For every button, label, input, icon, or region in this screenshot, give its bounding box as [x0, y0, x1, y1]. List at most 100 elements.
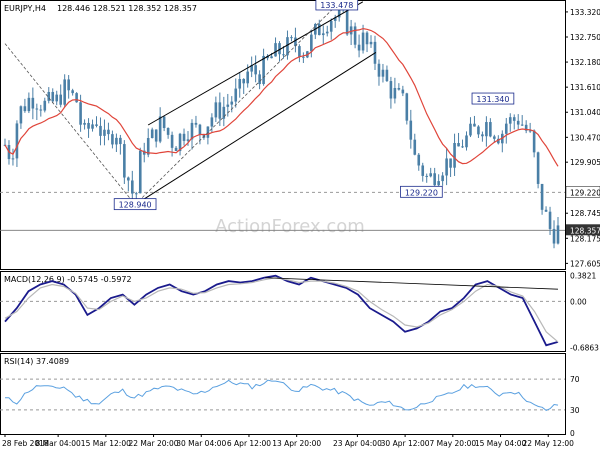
x-tick-label: 23 Apr 04:00: [333, 439, 382, 448]
x-tick-label: 15 May 04:00: [475, 439, 527, 448]
candle-body: [493, 136, 496, 139]
ref-level-tag-text: 129.220: [570, 188, 600, 197]
candle-body: [115, 137, 118, 145]
candle-body: [123, 144, 126, 178]
candle-body: [397, 87, 401, 90]
rsi-panel-frame: [0, 353, 566, 435]
candle-body: [39, 109, 43, 111]
price-y-tick-label: 132.750: [570, 33, 600, 42]
candle-body: [262, 55, 265, 85]
candle-body: [310, 34, 313, 52]
candle-body: [508, 117, 512, 124]
candle-body: [35, 108, 39, 110]
candle-body: [544, 209, 548, 212]
candle-body: [433, 173, 436, 186]
price-y-tick-label: 131.610: [570, 83, 600, 92]
candle-body: [504, 123, 508, 134]
candle-body: [393, 87, 397, 99]
rsi-y-tick-label: 0: [570, 429, 575, 438]
candle-body: [449, 158, 452, 168]
price-y-tick-label: 128.745: [570, 209, 600, 218]
candle-body: [361, 32, 365, 51]
candle-body: [325, 31, 329, 34]
candle-body: [377, 63, 381, 77]
candle-body: [401, 89, 405, 94]
candle-body: [274, 43, 277, 57]
candle-body: [75, 93, 78, 103]
candle-body: [302, 56, 305, 58]
candle-body: [353, 26, 357, 45]
candle-body: [485, 122, 488, 137]
x-tick-label: 22 May 12:00: [523, 439, 575, 448]
callout-text: 131.340: [476, 95, 509, 104]
candle-body: [162, 116, 166, 129]
candle-body: [238, 78, 242, 89]
x-tick-label: 13 Apr 20:00: [272, 439, 321, 448]
candle-body: [552, 228, 556, 244]
candle-body: [385, 69, 389, 82]
candle-body: [154, 129, 158, 142]
candle-body: [516, 120, 520, 125]
candle-body: [290, 37, 293, 39]
price-y-tick-label: 129.905: [570, 158, 600, 167]
candle-body: [59, 94, 62, 105]
candle-body: [329, 20, 333, 32]
candle-body: [83, 122, 86, 125]
macd-y-tick-label: 0.00: [570, 297, 587, 306]
candle-body: [127, 177, 130, 181]
watermark: ActionForex.com: [215, 216, 365, 237]
candle-body: [222, 106, 226, 119]
candle-body: [71, 90, 74, 94]
candle-body: [441, 175, 444, 182]
candle-body: [63, 79, 66, 105]
candle-body: [11, 158, 15, 160]
candle-body: [107, 129, 110, 135]
candle-body: [31, 97, 35, 109]
candle-body: [158, 116, 162, 142]
candle-body: [111, 134, 114, 145]
candle-body: [413, 139, 417, 155]
candle-body: [548, 211, 552, 229]
candle-body: [357, 44, 361, 51]
rsi-y-tick-label: 30: [570, 406, 580, 415]
callout-text: 128.940: [119, 201, 152, 210]
candle-body: [369, 41, 373, 45]
x-tick-label: 30 Apr 12:00: [381, 439, 430, 448]
macd-y-tick-label: 0.3821: [570, 272, 596, 281]
chart-svg: ActionForex.com EURJPY,H4 128.446 128.52…: [0, 0, 600, 448]
candle-body: [254, 65, 257, 75]
candle-body: [166, 128, 170, 135]
candle-body: [95, 124, 98, 126]
x-tick-label: 8 Mar 04:00: [35, 439, 81, 448]
candle-body: [421, 165, 425, 176]
candle-body: [194, 122, 198, 125]
candle-body: [556, 225, 560, 244]
candle-body: [453, 143, 456, 168]
x-tick-label: 6 Apr 12:00: [227, 439, 271, 448]
candle-body: [246, 71, 249, 84]
macd-title: MACD(12,26,9) -0.5745 -0.5972: [4, 275, 132, 284]
candle-body: [214, 102, 218, 118]
price-y-tick-label: 128.175: [570, 234, 600, 243]
candle-body: [461, 146, 464, 148]
candle-body: [270, 56, 273, 59]
candle-body: [234, 88, 238, 102]
callout-text: 129.220: [405, 188, 438, 197]
candle-body: [186, 139, 190, 141]
candle-body: [417, 154, 421, 166]
candle-body: [405, 93, 409, 121]
candle-body: [512, 117, 516, 121]
candle-body: [520, 124, 524, 126]
price-header: EURJPY,H4 128.446 128.521 128.352 128.35…: [4, 4, 197, 13]
candle-body: [67, 79, 70, 91]
candle-body: [182, 133, 186, 141]
candle-body: [27, 97, 31, 112]
candle-body: [174, 147, 178, 151]
candle-body: [119, 137, 122, 145]
candle-body: [43, 100, 47, 111]
candle-body: [437, 181, 440, 186]
candle-body: [349, 26, 353, 35]
macd-y-tick-label: -0.6863: [570, 344, 599, 353]
candle-body: [210, 117, 214, 127]
candle-body: [536, 152, 540, 184]
